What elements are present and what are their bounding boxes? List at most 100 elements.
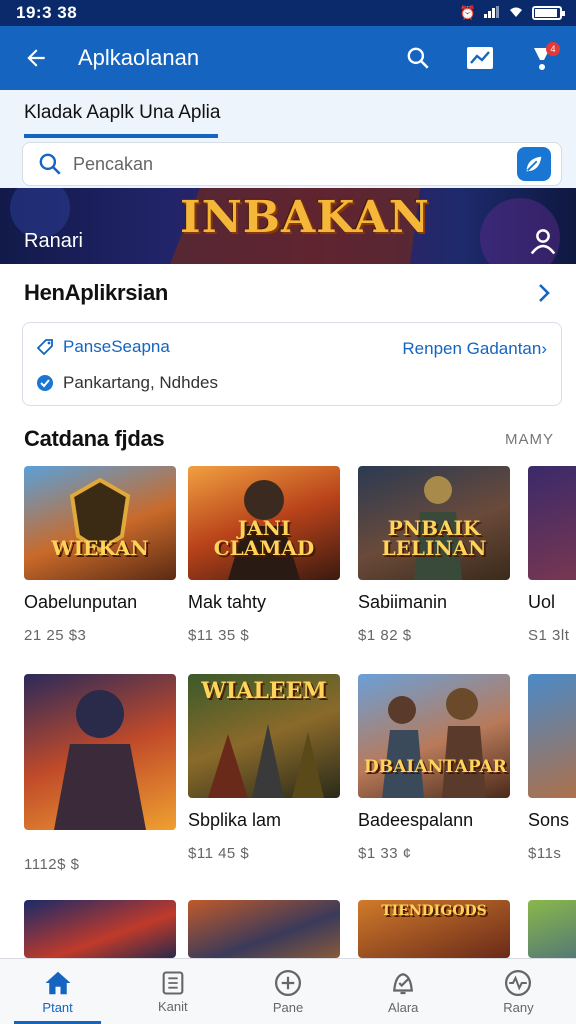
section-title: Catdana fjdas bbox=[24, 426, 165, 451]
tab-active[interactable]: Kladak Aaplk Una Aplia bbox=[24, 102, 220, 134]
thumbnail-art-text: JANI CLAMAD bbox=[213, 516, 315, 560]
back-button[interactable] bbox=[14, 36, 58, 80]
game-title: Oabelunputan bbox=[24, 592, 138, 612]
game-thumbnail bbox=[24, 900, 176, 958]
section-header-games: Catdana fjdas MAMY bbox=[24, 426, 554, 452]
game-thumbnail: TIENDIGODS bbox=[358, 900, 510, 958]
game-thumbnail: DBAIANTAPAR bbox=[358, 674, 510, 798]
signal-icon bbox=[484, 5, 500, 21]
chevron-right-icon[interactable] bbox=[534, 281, 554, 305]
game-thumbnail: WIEKAN bbox=[24, 466, 176, 580]
section-title: HenAplikrsian bbox=[24, 280, 169, 305]
thumbnail-art-text: TIENDIGODS bbox=[381, 903, 487, 919]
game-thumbnail bbox=[24, 674, 176, 830]
game-price: S1 3lt bbox=[528, 627, 570, 644]
nav-label: Ptant bbox=[42, 1000, 73, 1015]
inbox-button[interactable] bbox=[460, 38, 500, 78]
nav-item-alerts[interactable]: Alara bbox=[346, 959, 461, 1024]
status-icons: ⏰ bbox=[459, 5, 565, 21]
search-input[interactable] bbox=[73, 153, 517, 175]
game-card[interactable]: Sons $11s bbox=[528, 674, 576, 862]
game-card[interactable]: JANI CLAMAD Mak tahty $11 35 $ bbox=[188, 466, 340, 644]
notification-badge: 4 bbox=[546, 42, 560, 56]
status-time: 19:3 38 bbox=[16, 3, 78, 22]
nav-item-list[interactable]: Kanit bbox=[115, 959, 230, 1024]
nav-item-home[interactable]: Ptant bbox=[0, 959, 115, 1024]
search-button[interactable] bbox=[398, 38, 438, 78]
banner-label: Ranari bbox=[24, 230, 83, 252]
user-icon[interactable] bbox=[528, 226, 558, 256]
game-card[interactable]: TIENDIGODS bbox=[358, 900, 510, 958]
info-card: PanseSeapna Renpen Gadantan› Pankartang,… bbox=[22, 322, 562, 406]
thumbnail-art-text: PNBAIK LELINAN bbox=[381, 516, 487, 560]
info-item-2: Pankartang, Ndhdes bbox=[63, 373, 218, 392]
game-title: Sons bbox=[528, 810, 570, 830]
info-row-1[interactable]: PanseSeapna bbox=[35, 337, 170, 357]
app-title: Aplkaolanan bbox=[78, 45, 200, 70]
game-title: Uol bbox=[528, 592, 556, 612]
leaf-icon bbox=[526, 156, 542, 172]
game-thumbnail bbox=[528, 900, 576, 958]
app-bar: Aplkaolanan 4 bbox=[0, 26, 576, 90]
see-all-link[interactable]: MAMY bbox=[505, 431, 554, 448]
promo-banner[interactable]: INBAKAN Ranari bbox=[0, 188, 576, 264]
search-icon bbox=[39, 153, 61, 175]
home-icon bbox=[45, 971, 71, 995]
bell-check-icon bbox=[393, 973, 414, 995]
pulse-icon bbox=[505, 970, 532, 996]
game-card[interactable] bbox=[24, 900, 176, 958]
game-title: Mak tahty bbox=[188, 592, 267, 612]
sub-header: Kladak Aaplk Una Aplia bbox=[0, 90, 576, 188]
game-price: $1 82 $ bbox=[358, 627, 412, 644]
game-card[interactable] bbox=[188, 900, 340, 958]
game-title: Sabiimanin bbox=[358, 592, 448, 612]
game-price: 21 25 $3 bbox=[24, 627, 87, 644]
info-row-2[interactable]: Pankartang, Ndhdes bbox=[35, 373, 218, 393]
game-price: $11s bbox=[528, 845, 562, 862]
game-title: Badeespalann bbox=[358, 810, 474, 830]
plus-circle-icon bbox=[275, 970, 301, 996]
search-icon bbox=[407, 47, 429, 69]
game-card[interactable]: WIALEEM Sbplika lam $11 45 $ bbox=[188, 674, 340, 862]
tab-underline bbox=[24, 134, 218, 138]
mail-chart-icon bbox=[467, 47, 493, 69]
game-card[interactable]: PNBAIK LELINAN Sabiimanin $1 82 $ bbox=[358, 466, 510, 644]
game-card[interactable]: WIEKAN Oabelunputan 21 25 $3 bbox=[24, 466, 176, 644]
game-card[interactable]: DBAIANTAPAR Badeespalann $1 33 ¢ bbox=[358, 674, 510, 862]
search-bar bbox=[22, 142, 562, 186]
game-card[interactable]: 1112$ $ bbox=[24, 674, 176, 873]
nav-label: Alara bbox=[388, 1000, 419, 1015]
thumbnail-art-text: WIEKAN bbox=[51, 536, 149, 560]
nav-item-add[interactable]: Pane bbox=[230, 959, 345, 1024]
alarm-icon: ⏰ bbox=[459, 5, 476, 20]
nav-item-activity[interactable]: Rany bbox=[461, 959, 576, 1024]
list-icon bbox=[162, 971, 184, 995]
voice-search-button[interactable] bbox=[517, 147, 551, 181]
game-price: $11 35 $ bbox=[188, 627, 250, 644]
battery-icon bbox=[532, 6, 565, 20]
info-item-1: PanseSeapna bbox=[63, 337, 170, 356]
game-price: $1 33 ¢ bbox=[358, 845, 412, 862]
wifi-icon bbox=[508, 6, 524, 21]
game-price: $11 45 $ bbox=[188, 845, 250, 862]
bottom-nav: Ptant Kanit Pane Alara Rany bbox=[0, 958, 576, 1024]
nav-label: Kanit bbox=[157, 999, 188, 1014]
game-title: Sbplika lam bbox=[188, 810, 282, 830]
game-thumbnail: JANI CLAMAD bbox=[188, 466, 340, 580]
nav-label: Pane bbox=[272, 1000, 304, 1015]
thumbnail-art-text: DBAIANTAPAR bbox=[364, 757, 507, 777]
status-bar: 19:3 38 ⏰ bbox=[0, 0, 576, 26]
info-link[interactable]: Renpen Gadantan› bbox=[402, 339, 547, 359]
game-thumbnail: PNBAIK LELINAN bbox=[358, 466, 510, 580]
banner-title: INBAKAN bbox=[180, 192, 430, 243]
alerts-button[interactable]: 4 bbox=[522, 38, 562, 78]
arrow-left-icon bbox=[27, 49, 45, 67]
game-thumbnail bbox=[528, 466, 576, 580]
game-thumbnail bbox=[528, 674, 576, 798]
app-actions: 4 bbox=[398, 38, 562, 78]
game-card[interactable]: Uol S1 3lt bbox=[528, 466, 576, 644]
game-card[interactable] bbox=[528, 900, 576, 958]
nav-label: Rany bbox=[503, 1000, 534, 1015]
check-circle-icon bbox=[37, 375, 53, 391]
game-thumbnail bbox=[188, 900, 340, 958]
